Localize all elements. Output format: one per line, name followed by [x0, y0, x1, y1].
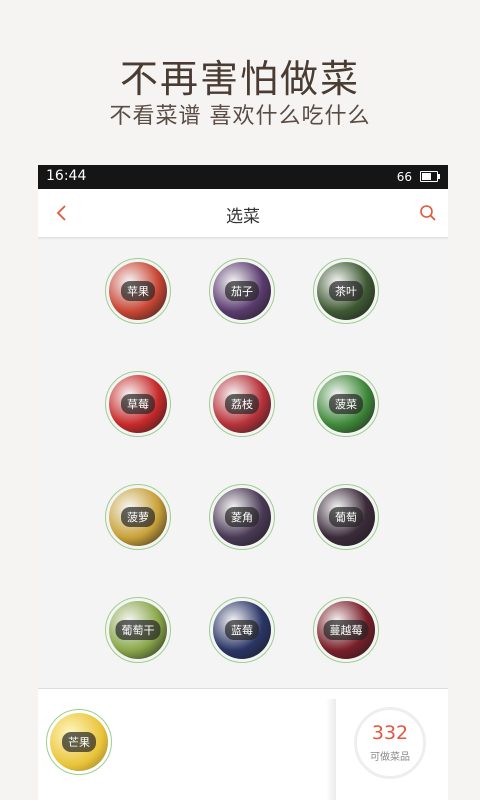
ingredient-grid: 苹果 茄子 茶叶草莓 荔枝 菠菜菠萝 菱角 葡萄葡萄干 蓝莓 蔓越莓 — [38, 237, 448, 687]
status-time: 16:44 — [46, 168, 87, 184]
ingredient-item[interactable]: 苹果 — [105, 258, 171, 324]
ingredient-item[interactable]: 茄子 — [209, 258, 275, 324]
ingredient-label: 茶叶 — [329, 281, 363, 301]
ingredient-label: 葡萄干 — [115, 620, 161, 640]
ingredient-label: 菱角 — [225, 507, 259, 527]
ingredient-item[interactable]: 蓝莓 — [209, 597, 275, 663]
ingredient-label: 芒果 — [62, 732, 96, 752]
nav-bar: 选菜 — [38, 189, 448, 238]
ingredient-item[interactable]: 菱角 — [209, 484, 275, 550]
battery-level: 66 — [396, 170, 412, 184]
ingredient-item[interactable]: 菠菜 — [313, 371, 379, 437]
promo-title: 不再害怕做菜 — [119, 57, 360, 101]
phone-screen: 16:44 66 选菜 苹果 茄子 茶叶草莓 荔枝 菠菜菠萝 菱角 葡萄葡萄干 蓝莓 蔓越莓 芒… — [38, 165, 448, 800]
page-title: 选菜 — [226, 207, 260, 227]
dish-count-number: 332 — [371, 722, 409, 744]
dish-count-button[interactable]: 332 可做菜品 — [354, 707, 426, 779]
ingredient-label: 苹果 — [121, 281, 155, 301]
ingredient-item[interactable]: 蔓越莓 — [313, 597, 379, 663]
status-bar: 16:44 66 — [38, 165, 448, 189]
dish-count-label: 可做菜品 — [370, 752, 410, 763]
ingredient-label: 蓝莓 — [225, 620, 259, 640]
selected-ingredient[interactable]: 芒果 — [46, 709, 112, 775]
search-icon[interactable] — [418, 203, 438, 223]
battery-icon — [420, 171, 440, 182]
promo-subtitle: 不看菜谱 喜欢什么吃什么 — [109, 104, 371, 129]
ingredient-label: 茄子 — [225, 281, 259, 301]
ingredient-label: 荔枝 — [225, 394, 259, 414]
ingredient-item[interactable]: 葡萄干 — [105, 597, 171, 663]
ingredient-item[interactable]: 草莓 — [105, 371, 171, 437]
ingredient-label: 菠菜 — [329, 394, 363, 414]
ingredient-item[interactable]: 葡萄 — [313, 484, 379, 550]
ingredient-label: 菠萝 — [121, 507, 155, 527]
ingredient-label: 草莓 — [121, 394, 155, 414]
selection-bar: 芒果 332 可做菜品 — [38, 688, 448, 800]
ingredient-item[interactable]: 荔枝 — [209, 371, 275, 437]
ingredient-label: 葡萄 — [329, 507, 363, 527]
ingredient-item[interactable]: 茶叶 — [313, 258, 379, 324]
ingredient-item[interactable]: 菠萝 — [105, 484, 171, 550]
ingredient-label: 蔓越莓 — [323, 620, 369, 640]
divider — [326, 699, 336, 800]
